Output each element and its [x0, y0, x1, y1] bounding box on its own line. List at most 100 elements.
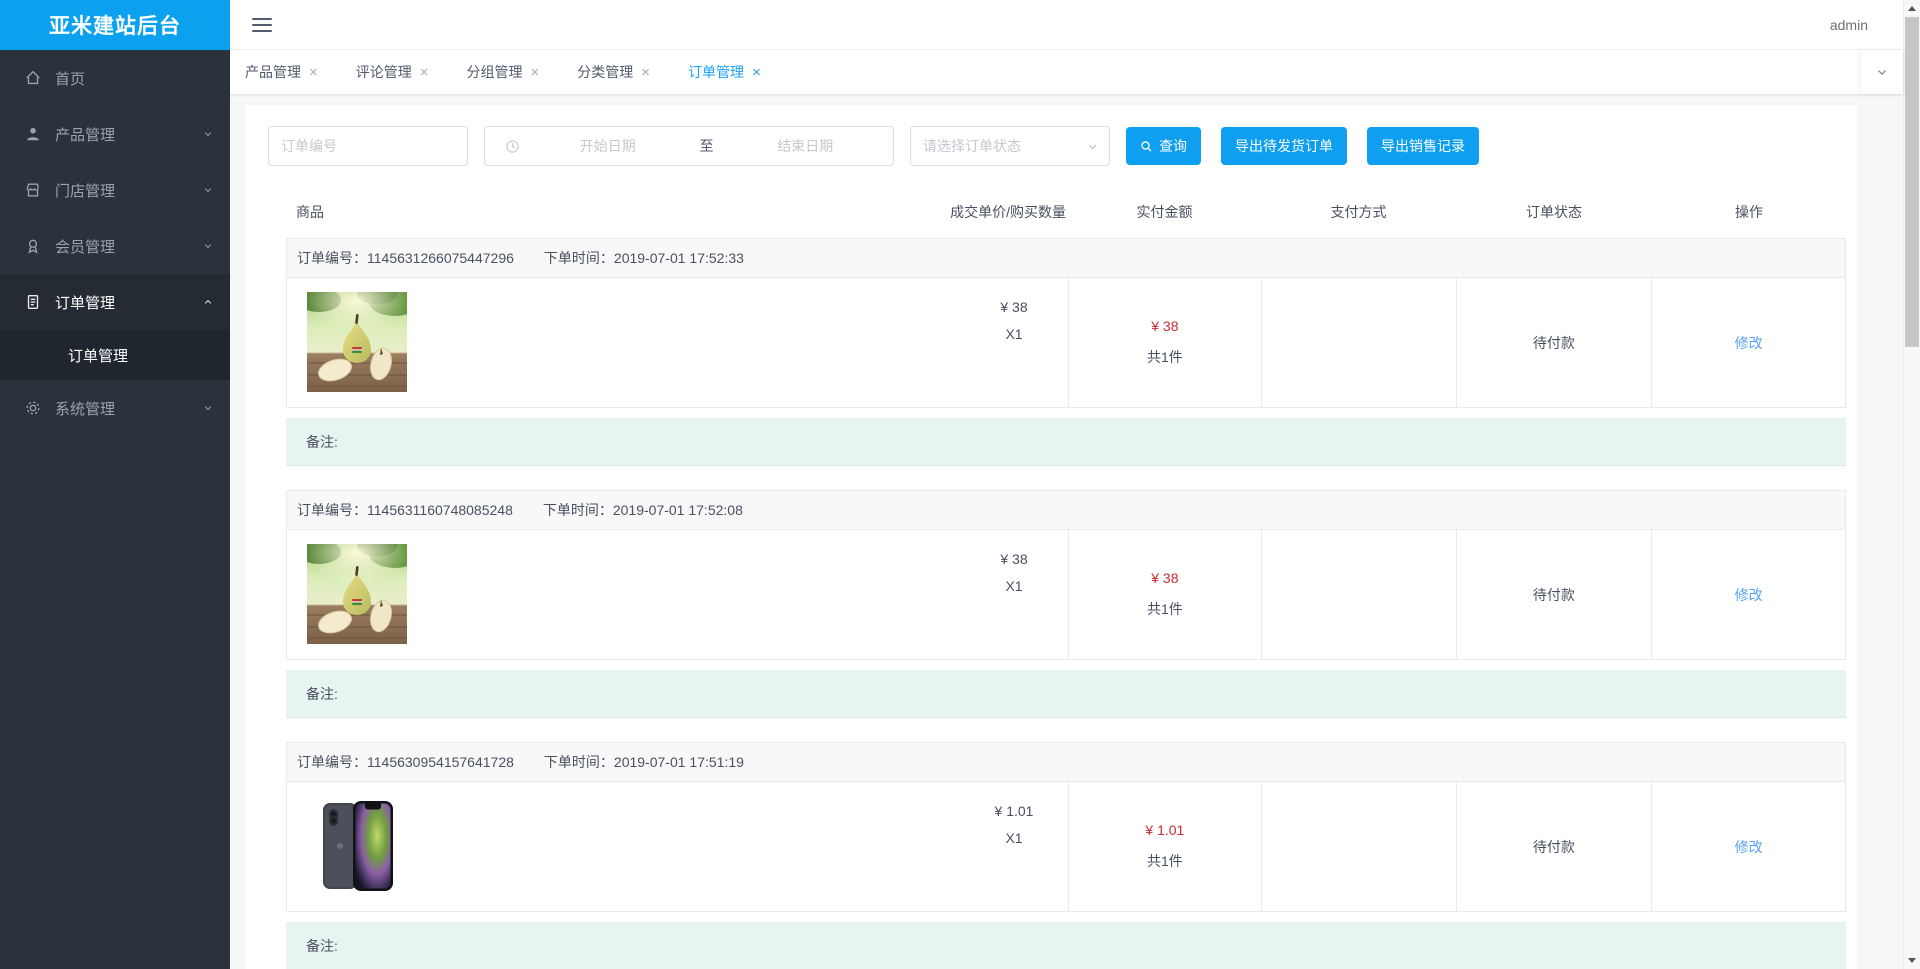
order-status: 待付款 — [1532, 838, 1575, 855]
quantity: X1 — [1005, 326, 1023, 342]
sidebar-item-label: 产品管理 — [55, 126, 116, 144]
col-header-unit-price-qty: 成交单价/购买数量 — [950, 204, 1066, 220]
tab-category-management[interactable]: 分类管理 × — [577, 62, 650, 82]
main-area: admin 产品管理 × 评论管理 × 分组管理 × 分类管理 × 订单管理 × — [230, 0, 1903, 969]
tab-label: 产品管理 — [245, 64, 301, 80]
home-icon — [26, 70, 40, 85]
order-time-label: 下单时间： — [542, 502, 613, 518]
product-cell: ¥ 1.01 X1 — [287, 782, 1068, 911]
order-number-label: 订单编号： — [297, 250, 367, 266]
sidebar-item-home[interactable]: 首页 — [0, 50, 230, 106]
content-area: 至 请选择订单状态 查询 导出待发货订单 导出销售记录 — [230, 94, 1903, 969]
close-icon[interactable]: × — [420, 65, 429, 80]
export-sales-records-button[interactable]: 导出销售记录 — [1367, 127, 1479, 165]
sidebar-item-products[interactable]: 产品管理 — [0, 106, 230, 162]
order-status-cell: 待付款 — [1455, 530, 1652, 659]
app-logo: 亚米建站后台 — [0, 0, 230, 50]
action-cell: 修改 — [1651, 278, 1845, 407]
date-range-picker[interactable]: 至 — [484, 126, 894, 166]
order-status-select[interactable]: 请选择订单状态 — [910, 126, 1110, 166]
chevron-down-icon — [1088, 144, 1097, 149]
close-icon[interactable]: × — [752, 65, 761, 80]
modify-link[interactable]: 修改 — [1735, 837, 1763, 857]
product-cell: ¥ 38 X1 — [287, 278, 1068, 407]
order-number: 1145631160748085248 — [367, 502, 513, 518]
order-status: 待付款 — [1532, 586, 1575, 603]
total-count: 共1件 — [1146, 853, 1183, 869]
order-status: 待付款 — [1532, 334, 1575, 351]
unit-price-qty: ¥ 1.01 X1 — [974, 798, 1054, 911]
page-scrollbar[interactable] — [1903, 0, 1920, 969]
end-date-input[interactable] — [717, 138, 893, 154]
tab-group-management[interactable]: 分组管理 × — [467, 62, 540, 82]
start-date-input[interactable] — [520, 138, 696, 154]
table-header-row: 商品 成交单价/购买数量 实付金额 支付方式 订单状态 操作 — [286, 200, 1846, 224]
product-cell: ¥ 38 X1 — [287, 530, 1068, 659]
order-number: 1145631266075447296 — [367, 250, 514, 266]
chevron-down-icon — [204, 188, 212, 193]
order-status-cell: 待付款 — [1455, 782, 1652, 911]
topbar: admin — [230, 0, 1903, 50]
app-root: 亚米建站后台 首页 产品管理 门店管理 会员管理 订单管理 订单管理 系统管理 … — [0, 0, 1920, 969]
modify-link[interactable]: 修改 — [1735, 585, 1763, 605]
total-count: 共1件 — [1146, 601, 1183, 617]
order-document-icon — [27, 295, 39, 309]
scrollbar-up-arrow-icon[interactable] — [1908, 6, 1916, 11]
username[interactable]: admin — [1830, 17, 1868, 33]
sidebar: 亚米建站后台 首页 产品管理 门店管理 会员管理 订单管理 订单管理 系统管理 — [0, 0, 230, 969]
modify-link[interactable]: 修改 — [1735, 333, 1763, 353]
store-icon — [26, 183, 40, 197]
sidebar-item-orders[interactable]: 订单管理 — [0, 274, 230, 330]
paid-amount-cell: ¥ 38 共1件 — [1068, 530, 1261, 659]
order-time: 2019-07-01 17:52:08 — [612, 502, 743, 518]
order-number-label: 订单编号： — [297, 502, 367, 518]
remark-row: 备注: — [286, 670, 1846, 718]
chevron-down-icon — [204, 244, 212, 249]
order-block: 订单编号： 1145631160748085248 下单时间： 2019-07-01… — [286, 490, 1846, 718]
paid-amount-cell: ¥ 1.01 共1件 — [1068, 782, 1261, 911]
export-pending-orders-button[interactable]: 导出待发货订单 — [1221, 127, 1347, 165]
order-row: ¥ 38 X1 ¥ 38 共1件 待付款 修改 — [286, 530, 1846, 660]
tab-label: 订单管理 — [688, 64, 745, 80]
hamburger-menu-icon[interactable] — [252, 17, 272, 32]
order-time-label: 下单时间： — [543, 250, 614, 266]
total-count: 共1件 — [1146, 349, 1183, 365]
chevron-up-icon — [204, 299, 212, 304]
close-icon[interactable]: × — [641, 65, 650, 80]
tab-label: 分类管理 — [577, 64, 634, 80]
sidebar-subitem-label: 订单管理 — [68, 347, 129, 365]
close-icon[interactable]: × — [309, 65, 318, 80]
tab-product-management[interactable]: 产品管理 × — [245, 62, 318, 82]
tab-list-collapse-button[interactable] — [1861, 50, 1903, 94]
tab-order-management[interactable]: 订单管理 × — [688, 62, 761, 82]
sidebar-item-label: 会员管理 — [55, 238, 116, 256]
order-time-label: 下单时间： — [543, 754, 614, 770]
unit-price: ¥ 38 — [1000, 551, 1028, 567]
order-time: 2019-07-01 17:51:19 — [613, 754, 744, 770]
order-time: 2019-07-01 17:52:33 — [613, 250, 744, 266]
select-placeholder: 请选择订单状态 — [923, 138, 1021, 154]
tab-comment-management[interactable]: 评论管理 × — [356, 62, 429, 82]
close-icon[interactable]: × — [531, 65, 540, 80]
unit-price: ¥ 1.01 — [994, 803, 1034, 819]
sidebar-subitem-order-management[interactable]: 订单管理 — [0, 330, 230, 380]
order-table: 商品 成交单价/购买数量 实付金额 支付方式 订单状态 操作 订单编号： 1145… — [286, 200, 1846, 969]
order-number-input[interactable] — [268, 126, 468, 166]
order-number: 1145630954157641728 — [367, 754, 514, 770]
order-block: 订单编号： 1145630954157641728 下单时间： 2019-07-01… — [286, 742, 1846, 969]
search-button[interactable]: 查询 — [1126, 127, 1201, 165]
order-header: 订单编号： 1145631160748085248 下单时间： 2019-07-01… — [286, 490, 1846, 530]
filter-bar: 至 请选择订单状态 查询 导出待发货订单 导出销售记录 — [268, 126, 1857, 166]
scrollbar-thumb[interactable] — [1905, 17, 1919, 347]
order-header: 订单编号： 1145630954157641728 下单时间： 2019-07-01… — [286, 742, 1846, 782]
scrollbar-down-arrow-icon[interactable] — [1908, 958, 1916, 963]
remark-row: 备注: — [286, 418, 1846, 466]
sidebar-item-stores[interactable]: 门店管理 — [0, 162, 230, 218]
order-number-label: 订单编号： — [297, 754, 367, 770]
member-badge-icon — [28, 239, 38, 254]
sidebar-item-members[interactable]: 会员管理 — [0, 218, 230, 274]
chevron-down-icon — [1878, 70, 1886, 75]
sidebar-item-system[interactable]: 系统管理 — [0, 380, 230, 436]
action-cell: 修改 — [1651, 782, 1845, 911]
quantity: X1 — [1005, 830, 1023, 846]
